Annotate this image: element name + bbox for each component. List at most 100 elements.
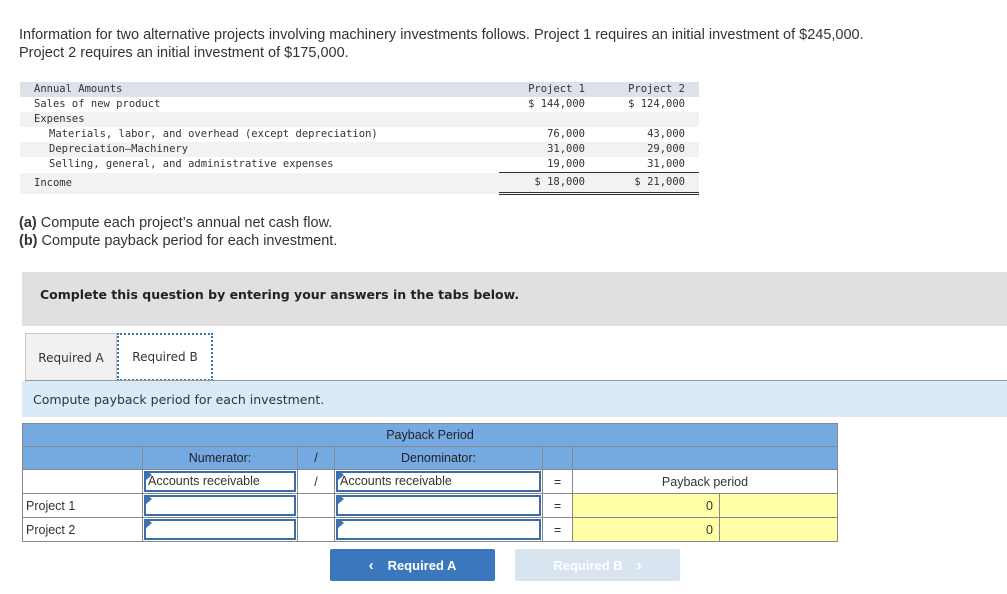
requirement-b: (b) Compute payback period for each inve… bbox=[19, 232, 337, 250]
denominator-select[interactable]: Accounts receivable bbox=[336, 471, 541, 492]
denominator-cell bbox=[334, 517, 543, 542]
table-row: Project 1 = 0 bbox=[22, 493, 838, 518]
divide-header: / bbox=[297, 446, 335, 470]
tab-instruction: Compute payback period for each investme… bbox=[22, 381, 1007, 417]
requirements-list: (a) Compute each project’s annual net ca… bbox=[19, 214, 337, 250]
tab-label: Required B bbox=[132, 350, 198, 364]
numerator-select-value: Accounts receivable bbox=[148, 474, 260, 488]
intro-line-1: Information for two alternative projects… bbox=[19, 27, 864, 43]
header-project-2: Project 2 bbox=[599, 82, 699, 97]
result-label: Payback period bbox=[572, 469, 838, 494]
header-project-1: Project 1 bbox=[499, 82, 599, 97]
next-button-label: Required B bbox=[553, 557, 623, 573]
table-row: Materials, labor, and overhead (except d… bbox=[20, 127, 699, 142]
row-label: Materials, labor, and overhead (except d… bbox=[49, 128, 378, 140]
table-row: Sales of new product $ 144,000 $ 124,000 bbox=[20, 97, 699, 112]
result-header bbox=[572, 446, 838, 470]
dropdown-flag-icon bbox=[338, 473, 344, 480]
table-row: Project 2 = 0 bbox=[22, 517, 838, 542]
numerator-select[interactable]: Accounts receivable bbox=[144, 471, 296, 492]
divide-cell bbox=[297, 517, 335, 542]
project-1-payback-unit bbox=[719, 493, 838, 518]
row-project-2-value: 43,000 bbox=[647, 128, 685, 140]
row-label: Project 1 bbox=[22, 493, 143, 518]
numerator-header: Numerator: bbox=[142, 446, 298, 470]
row-label: Project 2 bbox=[22, 517, 143, 542]
row-project-2-value: $ 124,000 bbox=[628, 98, 685, 110]
header-label: Annual Amounts bbox=[20, 82, 499, 97]
row-project-1-value: 76,000 bbox=[547, 128, 585, 140]
numerator-cell bbox=[142, 517, 298, 542]
tab-label: Required A bbox=[38, 350, 104, 365]
requirement-a: (a) Compute each project’s annual net ca… bbox=[19, 214, 337, 232]
dropdown-flag-icon bbox=[146, 497, 152, 504]
project-1-denominator-input[interactable] bbox=[336, 495, 541, 516]
divide-cell bbox=[297, 493, 335, 518]
tab-required-b[interactable]: Required B bbox=[117, 333, 213, 381]
row-label: Sales of new product bbox=[34, 98, 161, 110]
row-project-2-value: $ 21,000 bbox=[599, 172, 699, 195]
row-project-2-value: 31,000 bbox=[599, 157, 699, 173]
equals-header bbox=[542, 446, 573, 470]
requirement-a-tag: (a) bbox=[19, 215, 37, 231]
banner-text: Complete this question by entering your … bbox=[40, 287, 520, 302]
project-1-payback-result: 0 bbox=[572, 493, 720, 518]
payback-period-table: Payback Period Numerator: / Denominator:… bbox=[22, 423, 838, 542]
problem-intro: Information for two alternative projects… bbox=[19, 26, 999, 62]
payback-header-row: Numerator: / Denominator: bbox=[22, 446, 838, 470]
project-2-numerator-input[interactable] bbox=[144, 519, 296, 540]
chevron-left-icon: ‹ bbox=[368, 556, 374, 574]
requirement-a-text: Compute each project’s annual net cash f… bbox=[36, 215, 333, 231]
next-required-b-button[interactable]: Required B › bbox=[515, 549, 680, 581]
instructions-banner: Complete this question by entering your … bbox=[22, 272, 1007, 326]
row-project-1-value bbox=[499, 112, 599, 127]
numerator-cell bbox=[142, 493, 298, 518]
intro-line-2: Project 2 requires an initial investment… bbox=[19, 45, 349, 61]
payback-title: Payback Period bbox=[22, 423, 838, 447]
header-empty bbox=[22, 446, 143, 470]
row-label: Income bbox=[20, 172, 499, 194]
project-2-denominator-input[interactable] bbox=[336, 519, 541, 540]
annual-amounts-table: Annual Amounts Project 1 Project 2 Sales… bbox=[20, 82, 699, 195]
table-row: Expenses bbox=[20, 112, 699, 127]
chevron-right-icon: › bbox=[636, 556, 642, 574]
project-2-payback-result: 0 bbox=[572, 517, 720, 542]
payback-subheader-row: Accounts receivable / Accounts receivabl… bbox=[22, 469, 838, 494]
subheader-empty bbox=[22, 469, 143, 494]
denominator-header: Denominator: bbox=[334, 446, 543, 470]
table-row: Depreciation—Machinery 31,000 29,000 bbox=[20, 142, 699, 157]
equals-sign: = bbox=[542, 469, 573, 494]
project-2-payback-unit bbox=[719, 517, 838, 542]
tab-required-a[interactable]: Required A bbox=[25, 333, 117, 381]
table-row: Selling, general, and administrative exp… bbox=[20, 157, 699, 173]
row-project-2-value: 29,000 bbox=[599, 142, 699, 157]
denominator-cell bbox=[334, 493, 543, 518]
payback-title-row: Payback Period bbox=[22, 423, 838, 447]
dropdown-flag-icon bbox=[146, 521, 152, 528]
prev-button-label: Required A bbox=[387, 557, 457, 573]
row-label: Depreciation—Machinery bbox=[20, 142, 499, 157]
row-project-1-value: $ 18,000 bbox=[499, 172, 599, 195]
prev-required-a-button[interactable]: ‹ Required A bbox=[330, 549, 495, 581]
equals-sign: = bbox=[542, 517, 573, 542]
row-project-1-value: 31,000 bbox=[499, 142, 599, 157]
table-row-income: Income $ 18,000 $ 21,000 bbox=[20, 172, 699, 195]
instruction-text: Compute payback period for each investme… bbox=[33, 392, 325, 407]
dropdown-flag-icon bbox=[338, 497, 344, 504]
dropdown-flag-icon bbox=[338, 521, 344, 528]
project-1-numerator-input[interactable] bbox=[144, 495, 296, 516]
table-header-row: Annual Amounts Project 1 Project 2 bbox=[20, 82, 699, 97]
row-label: Selling, general, and administrative exp… bbox=[49, 158, 334, 171]
row-project-1-value: $ 144,000 bbox=[528, 98, 585, 110]
requirement-b-text: Compute payback period for each investme… bbox=[37, 233, 338, 249]
row-project-1-value: 19,000 bbox=[499, 157, 599, 173]
requirement-b-tag: (b) bbox=[19, 233, 38, 249]
row-label: Expenses bbox=[20, 112, 499, 127]
denominator-select-cell: Accounts receivable bbox=[334, 469, 543, 494]
dropdown-flag-icon bbox=[146, 473, 152, 480]
row-project-2-value bbox=[599, 112, 699, 127]
denominator-select-value: Accounts receivable bbox=[340, 474, 452, 488]
numerator-select-cell: Accounts receivable bbox=[142, 469, 298, 494]
divide-sign: / bbox=[297, 469, 335, 494]
equals-sign: = bbox=[542, 493, 573, 518]
